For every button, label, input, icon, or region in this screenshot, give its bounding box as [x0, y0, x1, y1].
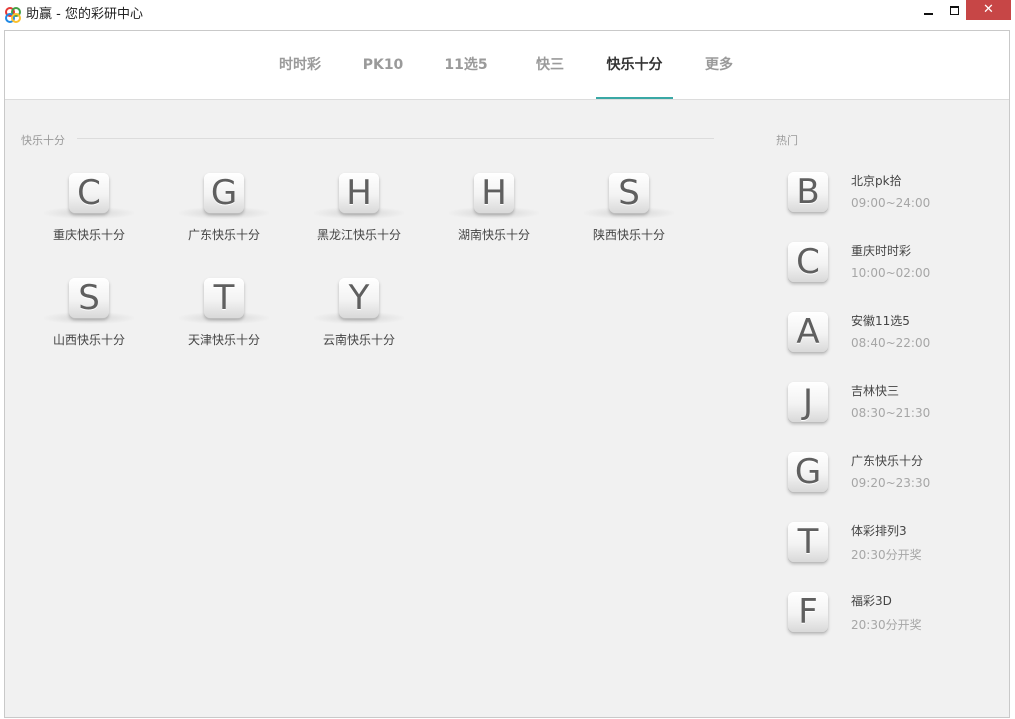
hot-item-ticai-pl3[interactable]: T 体彩排列3 20:30分开奖	[786, 522, 986, 578]
lottery-item-hunan-klsf[interactable]: H 湖南快乐十分	[434, 171, 554, 261]
lottery-label: 山西快乐十分	[52, 333, 125, 347]
lottery-label: 云南快乐十分	[322, 333, 395, 347]
letter-key-icon: T	[788, 522, 828, 562]
hot-item-time: 09:20~23:30	[851, 476, 931, 490]
tab-kuaileshifen[interactable]: 快乐十分	[596, 31, 673, 99]
lottery-label: 天津快乐十分	[187, 333, 260, 347]
letter-key-icon: H	[339, 173, 379, 213]
hot-item-name: 北京pk拾	[851, 174, 902, 188]
title-bar[interactable]: 助赢 - 您的彩研中心 ✕	[0, 0, 1015, 30]
tab-pk10[interactable]: PK10	[362, 31, 404, 99]
letter-key-icon: A	[788, 312, 828, 352]
lottery-label: 广东快乐十分	[187, 228, 260, 242]
hot-item-fucai-3d[interactable]: F 福彩3D 20:30分开奖	[786, 592, 986, 648]
lottery-item-yunnan-klsf[interactable]: Y 云南快乐十分	[299, 276, 419, 366]
section-divider	[77, 138, 714, 139]
hot-item-guangdong-klsf[interactable]: G 广东快乐十分 09:20~23:30	[786, 452, 986, 508]
hot-item-beijing-pk10[interactable]: B 北京pk拾 09:00~24:00	[786, 172, 986, 228]
hot-item-name: 福彩3D	[851, 594, 892, 608]
hot-item-name: 体彩排列3	[851, 524, 907, 538]
hot-item-name: 安徽11选5	[851, 314, 910, 328]
letter-key-icon: Y	[339, 278, 379, 318]
hot-item-jilin-k3[interactable]: J 吉林快三 08:30~21:30	[786, 382, 986, 438]
maximize-button[interactable]	[941, 0, 969, 21]
letter-key-icon: G	[204, 173, 244, 213]
letter-key-icon: J	[788, 382, 828, 422]
tab-more[interactable]: 更多	[702, 31, 736, 99]
hot-item-time: 08:40~22:00	[851, 336, 931, 350]
letter-key-icon: B	[788, 172, 828, 212]
lottery-label: 湖南快乐十分	[457, 228, 530, 242]
hot-item-name: 吉林快三	[851, 384, 900, 398]
close-button[interactable]: ✕	[966, 0, 1011, 20]
lottery-item-heilongjiang-klsf[interactable]: H 黑龙江快乐十分	[299, 171, 419, 261]
section-title-main: 快乐十分	[21, 134, 65, 147]
tab-kuaisan[interactable]: 快三	[533, 31, 567, 99]
letter-key-icon: H	[474, 173, 514, 213]
hot-item-name: 广东快乐十分	[851, 454, 924, 468]
hot-item-chongqing-ssc[interactable]: C 重庆时时彩 10:00~02:00	[786, 242, 986, 298]
letter-key-icon: S	[609, 173, 649, 213]
lottery-item-tianjin-klsf[interactable]: T 天津快乐十分	[164, 276, 284, 366]
letter-key-icon: C	[69, 173, 109, 213]
minimize-button[interactable]	[915, 0, 943, 21]
lottery-label: 重庆快乐十分	[52, 228, 125, 242]
lottery-item-shaanxi-klsf[interactable]: S 陕西快乐十分	[569, 171, 689, 261]
letter-key-icon: F	[788, 592, 828, 632]
window-title: 助赢 - 您的彩研中心	[26, 7, 143, 22]
hot-item-name: 重庆时时彩	[851, 244, 912, 258]
tab-11x5[interactable]: 11选5	[443, 31, 489, 99]
top-nav: 时时彩 PK10 11选5 快三 快乐十分 更多	[5, 31, 1009, 100]
lottery-item-shanxi-klsf[interactable]: S 山西快乐十分	[29, 276, 149, 366]
main-frame: 时时彩 PK10 11选5 快三 快乐十分 更多 快乐十分 C 重庆快乐十分 G…	[4, 30, 1010, 718]
hot-item-anhui-11x5[interactable]: A 安徽11选5 08:40~22:00	[786, 312, 986, 368]
letter-key-icon: C	[788, 242, 828, 282]
letter-key-icon: T	[204, 278, 244, 318]
letter-key-icon: S	[69, 278, 109, 318]
app-logo-icon	[5, 7, 21, 23]
section-title-hot: 热门	[776, 134, 798, 147]
hot-item-time: 10:00~02:00	[851, 266, 931, 280]
hot-item-time: 20:30分开奖	[851, 548, 922, 562]
hot-item-time: 20:30分开奖	[851, 618, 922, 632]
lottery-label: 黑龙江快乐十分	[316, 228, 401, 242]
letter-key-icon: G	[788, 452, 828, 492]
hot-item-time: 09:00~24:00	[851, 196, 931, 210]
app-window: 助赢 - 您的彩研中心 ✕ 时时彩 PK10 11选5 快三 快乐十分 更多 快…	[0, 0, 1015, 719]
lottery-item-chongqing-klsf[interactable]: C 重庆快乐十分	[29, 171, 149, 261]
hot-item-time: 08:30~21:30	[851, 406, 931, 420]
lottery-label: 陕西快乐十分	[592, 228, 665, 242]
lottery-item-guangdong-klsf[interactable]: G 广东快乐十分	[164, 171, 284, 261]
tab-shishicai[interactable]: 时时彩	[276, 31, 324, 99]
